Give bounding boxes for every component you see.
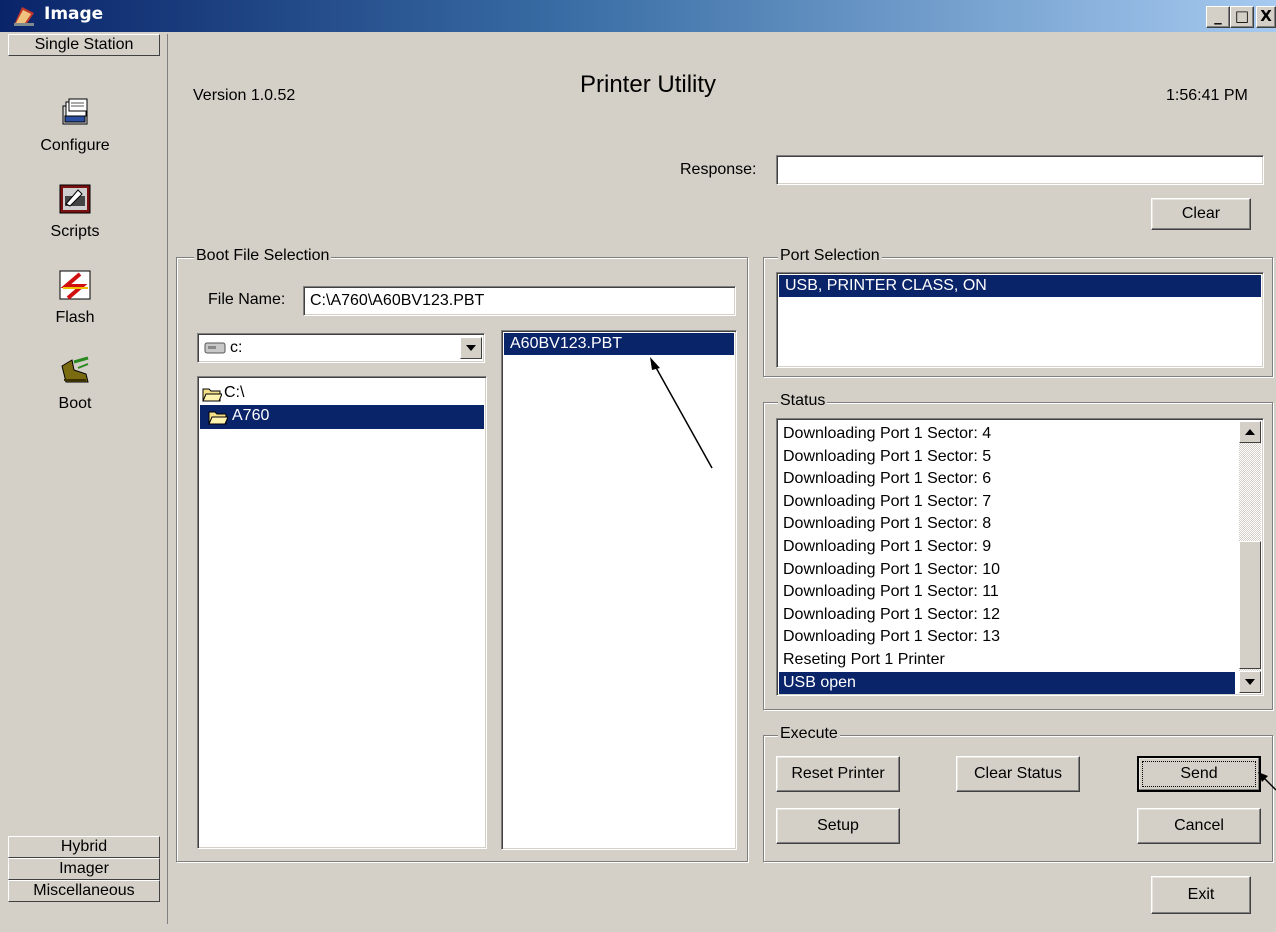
folder-open-icon — [202, 388, 222, 402]
scroll-thumb[interactable] — [1239, 541, 1261, 669]
status-label: Status — [778, 392, 828, 410]
status-line: Reseting Port 1 Printer — [783, 650, 945, 668]
scripts-icon — [59, 184, 91, 214]
file-name-label: File Name: — [208, 291, 286, 308]
status-line: Downloading Port 1 Sector: 4 — [783, 425, 992, 442]
status-line: Downloading Port 1 Sector: 9 — [783, 537, 992, 555]
status-line: Downloading Port 1 Sector: 12 — [783, 605, 1001, 623]
file-name-field[interactable] — [303, 286, 736, 316]
window-title: Image — [44, 4, 104, 24]
setup-button[interactable]: Setup — [776, 808, 900, 844]
drive-icon — [204, 342, 226, 354]
version-label: Version 1.0.52 — [193, 87, 296, 104]
maximize-button[interactable]: □ — [1230, 6, 1254, 28]
drive-dropdown-button[interactable] — [460, 337, 482, 359]
folder-item-label: A760 — [232, 407, 270, 424]
status-line: Downloading Port 1 Sector: 8 — [783, 515, 992, 533]
port-item-label: USB, PRINTER CLASS, ON — [785, 277, 987, 294]
folder-item[interactable]: C:\ — [202, 383, 322, 405]
tab-hybrid[interactable]: Hybrid — [8, 836, 160, 858]
status-list[interactable]: Downloading Port 1 Sector: 4 Downloading… — [776, 418, 1264, 696]
nav-item-label: Scripts — [50, 223, 100, 240]
drive-select-value: c: — [230, 339, 243, 356]
tab-single-station[interactable]: Single Station — [8, 34, 160, 56]
folder-open-icon — [208, 411, 228, 425]
clear-status-button[interactable]: Clear Status — [956, 756, 1080, 792]
boot-file-selection-label: Boot File Selection — [194, 247, 332, 265]
drive-select[interactable]: c: — [197, 333, 485, 363]
annotation-arrow — [1258, 772, 1276, 791]
scroll-up-button[interactable] — [1239, 421, 1261, 443]
nav-item-label: Boot — [58, 395, 92, 412]
configure-icon — [62, 98, 88, 125]
folder-item-selected[interactable]: A760 — [200, 405, 484, 429]
exit-button[interactable]: Exit — [1151, 876, 1251, 914]
page-title: Printer Utility — [580, 71, 717, 98]
clear-button[interactable]: Clear — [1151, 198, 1251, 230]
status-line: Downloading Port 1 Sector: 13 — [783, 628, 1001, 646]
scroll-down-button[interactable] — [1239, 671, 1261, 693]
status-line: Downloading Port 1 Sector: 6 — [783, 470, 992, 488]
status-line: Downloading Port 1 Sector: 7 — [783, 492, 992, 510]
response-label: Response: — [680, 161, 757, 178]
app-icon — [14, 7, 34, 26]
tab-imager[interactable]: Imager — [8, 858, 160, 880]
nav-item-scripts[interactable]: Scripts — [20, 182, 130, 241]
folder-item-label: C:\ — [224, 384, 245, 401]
boot-icon — [61, 356, 89, 383]
status-line: Downloading Port 1 Sector: 11 — [783, 583, 999, 601]
nav-item-label: Configure — [40, 137, 110, 154]
nav-item-flash[interactable]: Flash — [20, 268, 130, 327]
chevron-down-icon — [466, 345, 476, 351]
tab-miscellaneous[interactable]: Miscellaneous — [8, 880, 160, 902]
folder-list[interactable]: C:\ A760 — [197, 376, 487, 849]
nav-item-configure[interactable]: Configure — [20, 96, 130, 155]
status-line-selected: USB open — [779, 671, 1235, 695]
execute-label: Execute — [778, 725, 840, 743]
send-button[interactable]: Send — [1137, 756, 1261, 792]
status-line: Downloading Port 1 Sector: 5 — [783, 447, 992, 465]
file-item-label: A60BV123.PBT — [510, 335, 623, 352]
status-scrollbar[interactable] — [1239, 421, 1261, 693]
title-bar[interactable]: Image _ □ X — [0, 0, 1276, 32]
minimize-button[interactable]: _ — [1206, 6, 1230, 28]
close-button[interactable]: X — [1256, 6, 1276, 28]
status-line: Downloading Port 1 Sector: 10 — [783, 560, 1001, 578]
cancel-button[interactable]: Cancel — [1137, 808, 1261, 844]
port-item-selected[interactable]: USB, PRINTER CLASS, ON — [779, 275, 1261, 297]
reset-printer-button[interactable]: Reset Printer — [776, 756, 900, 792]
clock: 1:56:41 PM — [1166, 87, 1248, 104]
status-lines: Downloading Port 1 Sector: 4 Downloading… — [779, 423, 1235, 695]
nav-item-label: Flash — [55, 309, 95, 326]
chevron-up-icon — [1245, 429, 1255, 435]
response-field[interactable] — [776, 155, 1264, 185]
side-navigation — [8, 34, 168, 924]
annotation-arrow — [650, 357, 713, 469]
port-list[interactable]: USB, PRINTER CLASS, ON — [776, 272, 1264, 368]
chevron-down-icon — [1245, 679, 1255, 685]
port-selection-label: Port Selection — [778, 247, 882, 265]
flash-icon — [59, 270, 91, 300]
nav-item-boot[interactable]: Boot — [20, 354, 130, 413]
